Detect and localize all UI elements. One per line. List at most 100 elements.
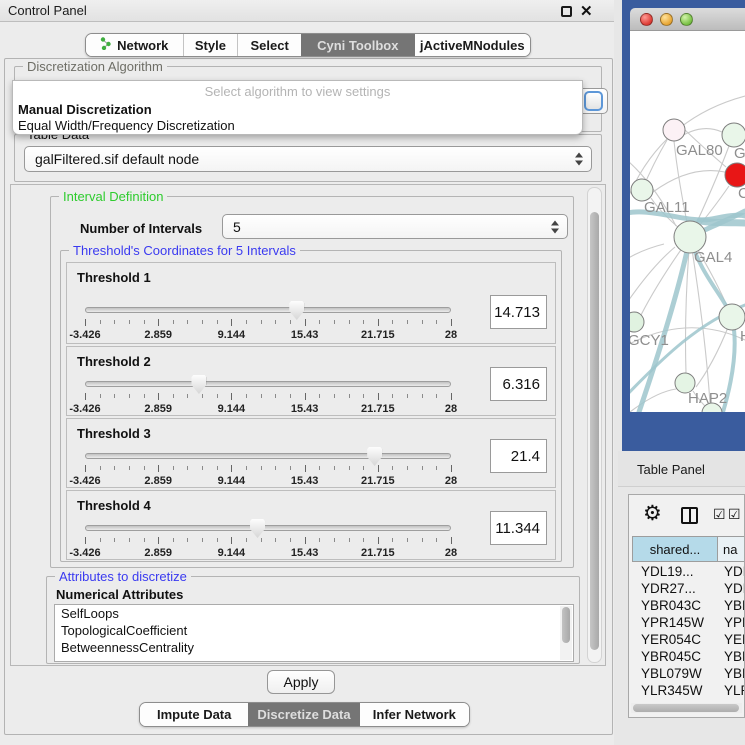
table-row[interactable]: YDL19...YDL1 bbox=[632, 563, 745, 580]
table-row[interactable]: YIL052CYIL0 bbox=[632, 699, 745, 701]
spinner-arrows-icon[interactable] bbox=[575, 153, 583, 166]
network-edge[interactable] bbox=[630, 244, 664, 262]
combo-arrow-button[interactable] bbox=[584, 91, 603, 111]
threshold-slider[interactable]: -3.4262.8599.14415.4321.71528 bbox=[85, 525, 451, 565]
tab-network[interactable]: Network bbox=[86, 34, 183, 56]
tab-label: Style bbox=[195, 38, 226, 53]
cell-name[interactable]: YBR0 bbox=[718, 648, 745, 665]
tab-label: Select bbox=[251, 38, 289, 53]
table-row[interactable]: YBR045CYBR0 bbox=[632, 648, 745, 665]
numerical-attributes-label: Numerical Attributes bbox=[56, 587, 183, 602]
cell-shared-name[interactable]: YBR043C bbox=[632, 597, 718, 614]
table-row[interactable]: YPR145WYPR1 bbox=[632, 614, 745, 631]
threshold-label: Threshold 1 bbox=[77, 270, 151, 285]
table-row[interactable]: YBR043CYBR0 bbox=[632, 597, 745, 614]
network-node[interactable] bbox=[663, 119, 685, 141]
tab-discretize-data[interactable]: Discretize Data bbox=[248, 703, 359, 726]
slider-track[interactable] bbox=[85, 525, 451, 531]
threshold-value-field[interactable]: 14.713 bbox=[490, 295, 547, 329]
slider-track[interactable] bbox=[85, 453, 451, 459]
cell-name[interactable]: YPR1 bbox=[718, 614, 745, 631]
network-node[interactable] bbox=[725, 163, 745, 187]
threshold-label: Threshold 3 bbox=[77, 426, 151, 441]
column-header-name[interactable]: na bbox=[718, 536, 745, 562]
group-title: Interval Definition bbox=[59, 189, 167, 204]
cell-name[interactable]: YBR0 bbox=[718, 597, 745, 614]
table-row[interactable]: YER054CYER0 bbox=[632, 631, 745, 648]
checkbox-icon[interactable]: ☑ bbox=[713, 506, 726, 523]
numerical-attributes-list[interactable]: SelfLoopsTopologicalCoefficientBetweenne… bbox=[54, 604, 574, 662]
vertical-scrollbar[interactable] bbox=[587, 187, 602, 663]
column-header-shared-name[interactable]: shared... bbox=[632, 536, 718, 562]
threshold-label: Threshold 4 bbox=[77, 498, 151, 513]
close-traffic-light-icon[interactable] bbox=[640, 13, 653, 26]
threshold-value-field[interactable]: 21.4 bbox=[490, 439, 547, 473]
network-edge[interactable] bbox=[630, 247, 675, 310]
horizontal-scrollbar[interactable] bbox=[631, 703, 742, 713]
threshold-slider[interactable]: -3.4262.8599.14415.4321.71528 bbox=[85, 381, 451, 421]
cell-shared-name[interactable]: YLR345W bbox=[632, 682, 718, 699]
network-node[interactable] bbox=[722, 123, 745, 147]
network-node[interactable] bbox=[630, 312, 644, 332]
dropdown-option-manual-discretization[interactable]: Manual Discretization bbox=[16, 102, 579, 118]
table-row[interactable]: YDR27...YDR2 bbox=[632, 580, 745, 597]
table-row[interactable]: YLR345WYLR3 bbox=[632, 682, 745, 699]
cell-shared-name[interactable]: YER054C bbox=[632, 631, 718, 648]
cell-shared-name[interactable]: YPR145W bbox=[632, 614, 718, 631]
tab-select[interactable]: Select bbox=[237, 34, 301, 56]
dropdown-option-equal-width-frequency[interactable]: Equal Width/Frequency Discretization bbox=[16, 118, 579, 134]
threshold-value-field[interactable]: 11.344 bbox=[490, 511, 547, 545]
minimize-traffic-light-icon[interactable] bbox=[660, 13, 673, 26]
threshold-4-panel: Threshold 4 -3.4262.8599.14415.4321.7152… bbox=[66, 490, 556, 560]
attribute-list-item[interactable]: BetweennessCentrality bbox=[55, 639, 573, 656]
zoom-traffic-light-icon[interactable] bbox=[680, 13, 693, 26]
table-header-row: shared... na bbox=[632, 536, 745, 562]
tab-cyni-toolbox[interactable]: Cyni Toolbox bbox=[301, 34, 414, 56]
cell-name[interactable]: YDL1 bbox=[718, 563, 745, 580]
cell-name[interactable]: YIL0 bbox=[718, 699, 745, 701]
cell-name[interactable]: YLR3 bbox=[718, 682, 745, 699]
table-row[interactable]: YBL079WYBL0 bbox=[632, 665, 745, 682]
network-node[interactable] bbox=[631, 179, 653, 201]
tab-impute-data[interactable]: Impute Data bbox=[140, 703, 248, 726]
float-window-icon[interactable] bbox=[561, 6, 572, 17]
cell-name[interactable]: YBL0 bbox=[718, 665, 745, 682]
cell-name[interactable]: YDR2 bbox=[718, 580, 745, 597]
scrollbar-thumb[interactable] bbox=[562, 607, 570, 643]
cell-name[interactable]: YER0 bbox=[718, 631, 745, 648]
tab-style[interactable]: Style bbox=[183, 34, 238, 56]
split-columns-icon[interactable] bbox=[681, 507, 698, 524]
checkbox-icon[interactable]: ☑ bbox=[728, 506, 741, 523]
cell-shared-name[interactable]: YDR27... bbox=[632, 580, 718, 597]
attribute-list-item[interactable]: TopologicalCoefficient bbox=[55, 622, 573, 639]
network-edge[interactable] bbox=[653, 171, 725, 192]
scrollbar-thumb[interactable] bbox=[633, 704, 739, 712]
tab-jactivemnodules[interactable]: jActiveMNodules bbox=[415, 34, 530, 56]
tab-infer-network[interactable]: Infer Network bbox=[360, 703, 469, 726]
apply-button[interactable]: Apply bbox=[267, 670, 335, 694]
threshold-slider[interactable]: -3.4262.8599.14415.4321.71528 bbox=[85, 453, 451, 493]
slider-track[interactable] bbox=[85, 381, 451, 387]
close-icon[interactable]: ✕ bbox=[580, 1, 593, 23]
slider-tick-labels: -3.4262.8599.14415.4321.71528 bbox=[85, 329, 451, 341]
cell-shared-name[interactable]: YBL079W bbox=[632, 665, 718, 682]
network-node[interactable] bbox=[719, 304, 745, 330]
threshold-2-panel: Threshold 2 -3.4262.8599.14415.4321.7152… bbox=[66, 346, 556, 416]
network-node-label: HAP2 bbox=[688, 390, 727, 407]
threshold-value-field[interactable]: 6.316 bbox=[490, 367, 547, 401]
network-canvas[interactable]: GAL80GACGAL11GAL4GCY1HHAP2 bbox=[630, 31, 745, 412]
cell-shared-name[interactable]: YDL19... bbox=[632, 563, 718, 580]
tab-label: Infer Network bbox=[373, 707, 456, 722]
slider-track[interactable] bbox=[85, 307, 451, 313]
network-edge[interactable] bbox=[630, 389, 676, 412]
threshold-slider[interactable]: -3.4262.8599.14415.4321.71528 bbox=[85, 307, 451, 347]
number-of-intervals-combobox[interactable]: 5 bbox=[222, 214, 568, 239]
cell-shared-name[interactable]: YBR045C bbox=[632, 648, 718, 665]
attribute-list-item[interactable]: SelfLoops bbox=[55, 605, 573, 622]
gear-icon[interactable]: ⚙ bbox=[643, 501, 662, 527]
spinner-arrows-icon[interactable] bbox=[551, 220, 559, 233]
list-scrollbar[interactable] bbox=[560, 606, 572, 660]
scrollbar-thumb[interactable] bbox=[590, 212, 599, 650]
table-data-combobox[interactable]: galFiltered.sif default node bbox=[24, 146, 592, 172]
cell-shared-name[interactable]: YIL052C bbox=[632, 699, 718, 701]
